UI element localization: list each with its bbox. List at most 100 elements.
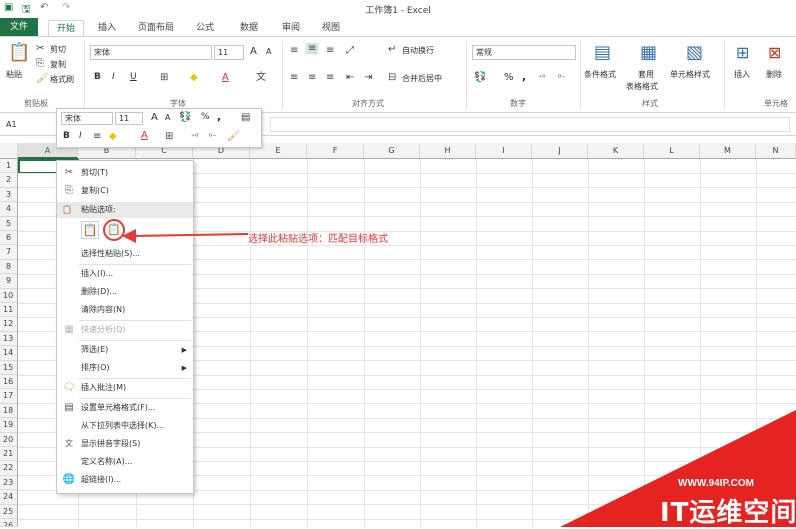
- mini-format-cells-icon[interactable]: ▤: [241, 112, 250, 123]
- row-header[interactable]: 18: [0, 403, 18, 419]
- paste-button[interactable]: 粘贴: [6, 69, 22, 80]
- menu-item-clear-contents[interactable]: 清除内容(N): [57, 301, 193, 319]
- menu-item-sort[interactable]: 排序(O) ▶: [57, 359, 193, 377]
- increase-decimal-icon[interactable]: ⁺⁰: [538, 72, 545, 83]
- font-size-select[interactable]: 11: [214, 45, 244, 60]
- conditional-format-button[interactable]: 条件格式: [584, 69, 616, 80]
- italic-button[interactable]: I: [112, 72, 115, 82]
- row-header[interactable]: 7: [0, 245, 18, 260]
- tab-review[interactable]: 审阅: [276, 20, 306, 36]
- row-header[interactable]: 22: [0, 461, 18, 476]
- column-header[interactable]: F: [307, 143, 364, 159]
- cell-styles-button[interactable]: 单元格样式: [670, 69, 710, 80]
- orientation-icon[interactable]: ⤢: [346, 45, 354, 56]
- row-header[interactable]: 10: [0, 288, 18, 303]
- column-header[interactable]: M: [700, 143, 756, 159]
- align-right-icon[interactable]: ≡: [326, 72, 334, 83]
- font-name-select[interactable]: 宋体: [90, 45, 212, 60]
- select-all-corner[interactable]: [0, 143, 18, 159]
- row-header[interactable]: 11: [0, 303, 18, 318]
- row-header[interactable]: 3: [0, 187, 18, 203]
- wrap-text-button[interactable]: 自动换行: [402, 45, 434, 56]
- align-bottom-icon[interactable]: ≡: [326, 45, 334, 56]
- borders-icon[interactable]: ⊞: [160, 72, 168, 83]
- row-header[interactable]: 15: [0, 360, 18, 375]
- row-header[interactable]: 20: [0, 432, 18, 447]
- comma-button[interactable]: ,: [522, 70, 526, 83]
- mini-font-color-button[interactable]: A: [141, 130, 148, 141]
- grow-font-button[interactable]: A: [250, 46, 257, 57]
- tab-page-layout[interactable]: 页面布局: [132, 20, 180, 36]
- row-header[interactable]: 24: [0, 490, 18, 505]
- formula-input[interactable]: [270, 117, 790, 132]
- cut-button[interactable]: 剪切: [50, 44, 66, 55]
- tab-data[interactable]: 数据: [234, 20, 264, 36]
- row-header[interactable]: 14: [0, 346, 18, 361]
- menu-item-filter[interactable]: 筛选(E) ▶: [57, 341, 193, 359]
- menu-item-paste-special[interactable]: 选择性粘贴(S)...: [57, 245, 193, 263]
- shrink-font-button[interactable]: A: [266, 47, 271, 56]
- insert-cells-button[interactable]: 插入: [734, 69, 750, 80]
- column-header[interactable]: G: [364, 143, 420, 159]
- fill-color-icon[interactable]: ◆: [190, 72, 198, 83]
- menu-item-define-name[interactable]: 定义名称(A)...: [57, 453, 193, 471]
- percent-button[interactable]: %: [504, 72, 514, 83]
- row-header[interactable]: 26: [0, 519, 18, 527]
- row-header[interactable]: 19: [0, 418, 18, 433]
- row-header[interactable]: 16: [0, 375, 18, 390]
- mini-increase-decimal-icon[interactable]: ⁺⁰: [191, 131, 198, 142]
- menu-item-pick-from-list[interactable]: 从下拉列表中选择(K)...: [57, 417, 193, 435]
- mini-grow-font-button[interactable]: A: [151, 112, 158, 123]
- bold-button[interactable]: B: [94, 72, 101, 82]
- tab-insert[interactable]: 插入: [92, 20, 122, 36]
- row-header[interactable]: 1: [0, 159, 18, 174]
- column-header[interactable]: J: [532, 143, 588, 159]
- paste-icon[interactable]: 📋: [8, 43, 30, 63]
- row-header[interactable]: 4: [0, 202, 18, 217]
- align-top-icon[interactable]: ≡: [290, 45, 298, 56]
- mini-shrink-font-button[interactable]: A: [165, 113, 170, 122]
- row-header[interactable]: 13: [0, 331, 18, 347]
- paste-keep-source-icon[interactable]: 📋: [81, 221, 99, 239]
- name-box[interactable]: A1: [6, 120, 17, 129]
- mini-font-name-select[interactable]: 宋体: [61, 112, 113, 125]
- menu-item-cut[interactable]: ✂ 剪切(T): [57, 164, 193, 182]
- format-painter-button[interactable]: 格式刷: [50, 74, 74, 85]
- mini-comma-button[interactable]: ,: [217, 110, 221, 123]
- decrease-indent-icon[interactable]: ⇤: [346, 72, 354, 83]
- row-header[interactable]: 2: [0, 173, 18, 188]
- merge-center-button[interactable]: 合并后居中: [402, 73, 442, 84]
- column-header[interactable]: L: [644, 143, 700, 159]
- mini-italic-button[interactable]: I: [79, 131, 82, 141]
- mini-align-center-icon[interactable]: ≡: [93, 131, 101, 142]
- column-header[interactable]: I: [476, 143, 532, 159]
- menu-item-delete[interactable]: 删除(D)...: [57, 283, 193, 301]
- mini-percent-button[interactable]: %: [201, 112, 210, 122]
- tab-formulas[interactable]: 公式: [190, 20, 220, 36]
- menu-item-insert-comment[interactable]: 🗨 插入批注(M): [57, 379, 193, 397]
- menu-item-insert[interactable]: 插入(I)...: [57, 265, 193, 283]
- mini-bold-button[interactable]: B: [63, 131, 70, 141]
- menu-item-copy[interactable]: ⎘ 复制(C): [57, 182, 193, 200]
- delete-cells-button[interactable]: 删除: [766, 69, 782, 80]
- increase-indent-icon[interactable]: ⇥: [364, 72, 372, 83]
- tab-view[interactable]: 视图: [316, 20, 346, 36]
- row-header[interactable]: 12: [0, 317, 18, 332]
- tab-file[interactable]: 文件: [0, 18, 38, 36]
- column-header[interactable]: H: [420, 143, 476, 159]
- mini-borders-icon[interactable]: ⊞: [165, 131, 173, 142]
- mini-format-painter-icon[interactable]: 🖌: [227, 131, 240, 142]
- format-as-table-line2[interactable]: 表格格式: [626, 81, 658, 92]
- phonetic-icon[interactable]: 文: [256, 72, 266, 83]
- row-header[interactable]: 17: [0, 389, 18, 404]
- column-header[interactable]: N: [756, 143, 796, 159]
- accounting-format-icon[interactable]: 💱: [474, 72, 486, 83]
- menu-item-hyperlink[interactable]: 🌐 超链接(I)...: [57, 471, 193, 489]
- row-header[interactable]: 8: [0, 259, 18, 275]
- row-header[interactable]: 6: [0, 231, 18, 246]
- mini-fill-color-icon[interactable]: ◆: [109, 131, 117, 142]
- row-header[interactable]: 21: [0, 447, 18, 462]
- row-header[interactable]: 25: [0, 504, 18, 519]
- row-header[interactable]: 5: [0, 216, 18, 231]
- column-header[interactable]: K: [588, 143, 644, 159]
